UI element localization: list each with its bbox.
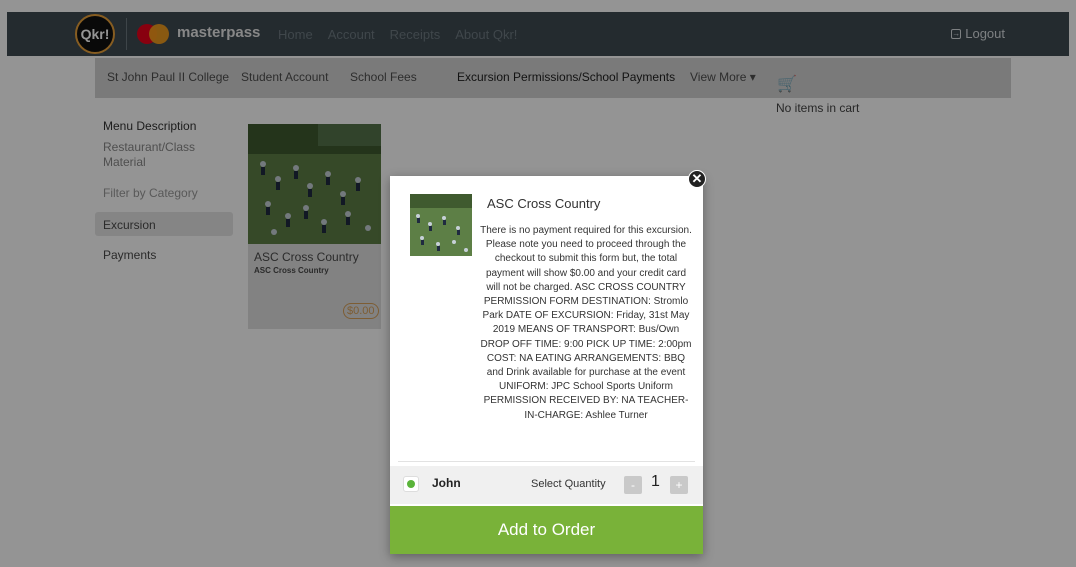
close-icon[interactable]: ✕ xyxy=(688,170,706,188)
quantity-increase-button[interactable]: + xyxy=(670,476,688,494)
product-modal: ASC Cross Country There is no payment re… xyxy=(390,176,703,554)
student-selected-checkbox[interactable] xyxy=(403,476,419,492)
quantity-row: John Select Quantity - 1 + xyxy=(390,466,703,504)
modal-description: There is no payment required for this ex… xyxy=(480,225,692,421)
modal-divider xyxy=(398,461,695,462)
add-to-order-button[interactable]: Add to Order xyxy=(390,506,703,554)
select-quantity-label: Select Quantity xyxy=(531,478,606,490)
quantity-decrease-button[interactable]: - xyxy=(624,476,642,494)
modal-product-thumbnail xyxy=(410,194,472,256)
student-name: John xyxy=(432,476,461,490)
quantity-value: 1 xyxy=(651,473,660,490)
modal-title: ASC Cross Country xyxy=(487,196,601,211)
